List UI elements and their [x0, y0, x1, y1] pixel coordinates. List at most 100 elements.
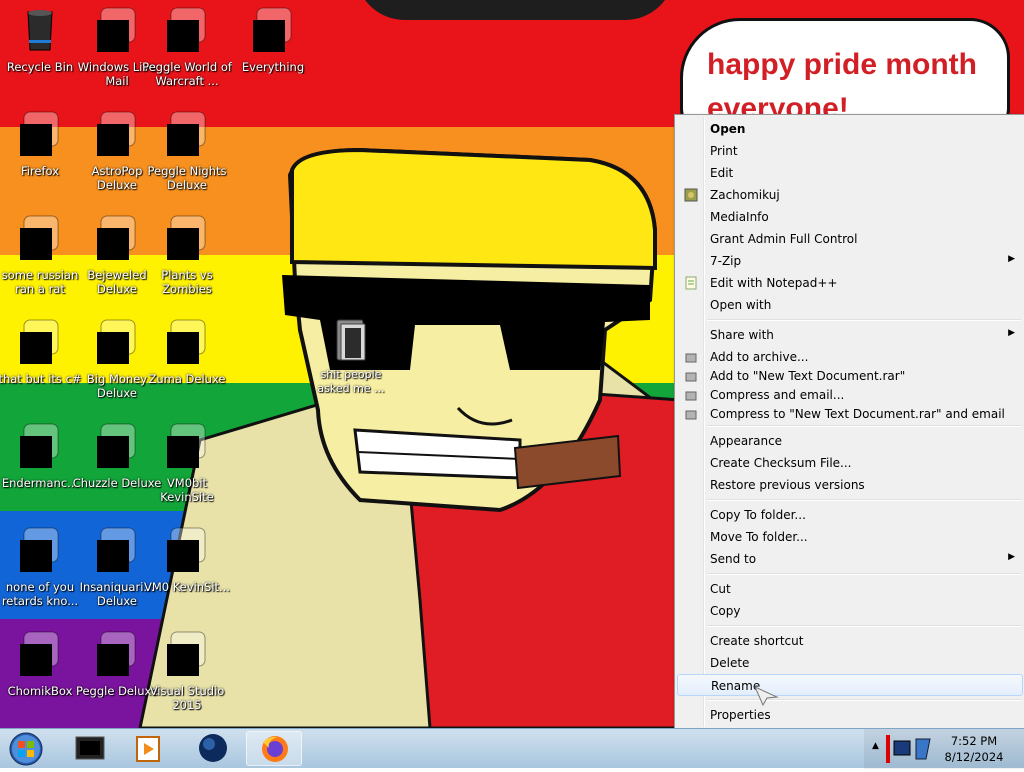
menu-separator: [707, 573, 1021, 575]
menu-item-label: Appearance: [710, 434, 783, 448]
menu-item-label: Delete: [710, 656, 750, 670]
mail-icon: [93, 6, 141, 54]
taskbar: ▲ 7:52 PM 8/12/2024: [0, 728, 1024, 769]
menu-item-label: Zachomikuj: [710, 188, 780, 202]
menu-item-properties[interactable]: Properties: [677, 704, 1023, 726]
desktop-icon-label: Visual Studio 2015: [149, 684, 225, 712]
firefox-icon: [262, 736, 288, 762]
menu-separator: [707, 425, 1021, 427]
desktop-icon[interactable]: Everything: [228, 6, 318, 74]
zuma-icon: [163, 318, 211, 366]
menu-item-zachomikuj[interactable]: Zachomikuj: [677, 184, 1023, 206]
submenu-arrow-icon: ▶: [1008, 552, 1015, 562]
globe-icon: [199, 734, 227, 762]
menu-item-label: Restore previous versions: [710, 478, 865, 492]
context-menu[interactable]: Open Print Edit Zachomikuj MediaInfo Grant Ad…: [674, 114, 1024, 728]
menu-item-appearance[interactable]: Appearance: [677, 430, 1023, 452]
taskbar-app-globe[interactable]: [185, 731, 241, 766]
menu-item-label: Properties: [710, 708, 771, 722]
pvz-icon: [163, 214, 211, 262]
menu-item-rename[interactable]: Rename: [677, 674, 1023, 696]
menu-item-create-checksum-file[interactable]: Create Checksum File...: [677, 452, 1023, 474]
submenu-arrow-icon: ▶: [1008, 328, 1015, 338]
winrar-icon: [685, 410, 697, 420]
windows-stack-icon: [16, 318, 64, 366]
menu-item-move-to-folder[interactable]: Move To folder...: [677, 526, 1023, 548]
firefox-icon: [16, 110, 64, 158]
menu-item-label: Send to: [710, 552, 757, 566]
menu-item-open-with[interactable]: Open with: [677, 294, 1023, 316]
mouse-cursor-icon: [753, 685, 779, 710]
submenu-arrow-icon: ▶: [1008, 254, 1015, 264]
menu-item-label: Open: [710, 122, 746, 136]
money-bag-icon: [93, 318, 141, 366]
menu-item-copy-to-folder[interactable]: Copy To folder...: [677, 504, 1023, 526]
clock[interactable]: 7:52 PM 8/12/2024: [934, 733, 1014, 765]
menu-item-mediainfo[interactable]: MediaInfo: [677, 206, 1023, 228]
menu-item-print[interactable]: Print: [677, 140, 1023, 162]
menu-item-label: Print: [710, 144, 738, 158]
menu-item-edit-with-notepad[interactable]: Edit with Notepad++: [677, 272, 1023, 294]
desktop-icon-label: VM0 KevinSit...: [143, 580, 231, 594]
desktop-icon[interactable]: Zuma Deluxe: [142, 318, 232, 386]
menu-item-grant-admin-full-control[interactable]: Grant Admin Full Control: [677, 228, 1023, 250]
clock-time: 7:52 PM: [950, 734, 998, 748]
desktop-icon[interactable]: Visual Studio 2015: [142, 630, 232, 712]
peggle-icon: [163, 6, 211, 54]
peggle-nights-icon: [163, 110, 211, 158]
peggle-deluxe-icon: [93, 630, 141, 678]
menu-item-label: Share with: [710, 328, 774, 342]
menu-separator: [707, 625, 1021, 627]
taskbar-app-terminal[interactable]: [62, 731, 118, 766]
start-button[interactable]: [4, 730, 48, 768]
menu-separator: [707, 499, 1021, 501]
desktop-icon[interactable]: VM0 KevinSit...: [142, 526, 232, 594]
desktop-icon-label: Peggle Nights Deluxe: [147, 164, 227, 192]
desktop[interactable]: happy pride month everyone! Recycle Bin W…: [0, 0, 1024, 728]
winrar-icon: [685, 372, 697, 382]
tray-icons: [886, 735, 931, 763]
desktop-icon-label: Peggle World of Warcraft ...: [142, 60, 232, 88]
menu-item-label: Edit: [710, 166, 734, 180]
menu-item-label: Edit with Notepad++: [710, 276, 838, 290]
windows-start-icon: [9, 732, 43, 766]
menu-item-share-with[interactable]: Share with ▶: [677, 324, 1023, 346]
menu-item-restore-previous-versions[interactable]: Restore previous versions: [677, 474, 1023, 496]
notepad-plus-icon: [685, 276, 697, 290]
show-hidden-icon[interactable]: ▲: [872, 741, 879, 751]
taskbar-app-media[interactable]: [120, 731, 176, 766]
menu-item-compress-to-new-text-document-rar-and-email[interactable]: Compress to "New Text Document.rar" and …: [677, 403, 1023, 425]
menu-item-copy[interactable]: Copy: [677, 600, 1023, 622]
menu-item-edit[interactable]: Edit: [677, 162, 1023, 184]
file-icon: [16, 214, 64, 262]
desktop-icon-label: Zuma Deluxe: [148, 372, 226, 386]
menu-item-cut[interactable]: Cut: [677, 578, 1023, 600]
menu-item-open[interactable]: Open: [677, 118, 1023, 140]
hamster-icon: [16, 630, 64, 678]
desktop-icon[interactable]: Peggle Nights Deluxe: [142, 110, 232, 192]
desktop-icon[interactable]: VM0bit KevinSite: [142, 422, 232, 504]
fish-icon: [93, 526, 141, 574]
desktop-icon[interactable]: Peggle World of Warcraft ...: [142, 6, 232, 88]
media-player-icon: [136, 736, 160, 762]
menu-item-label: Open with: [710, 298, 772, 312]
taskbar-app-firefox[interactable]: [246, 731, 302, 766]
menu-item-7-zip[interactable]: 7-Zip ▶: [677, 250, 1023, 272]
chomikuj-icon: [684, 188, 698, 202]
menu-item-label: Create shortcut: [710, 634, 804, 648]
chuzzle-icon: [93, 422, 141, 470]
menu-item-label: Add to "New Text Document.rar": [710, 369, 906, 383]
menu-item-send-to[interactable]: Send to ▶: [677, 548, 1023, 570]
terminal-icon: [16, 422, 64, 470]
folder-icon: [336, 319, 366, 361]
program-icon: [16, 526, 64, 574]
bejeweled-icon: [93, 214, 141, 262]
search-app-icon: [249, 6, 297, 54]
vm-icon: [163, 422, 211, 470]
desktop-icon[interactable]: Plants vs Zombies: [142, 214, 232, 296]
selected-file[interactable]: shit people asked me ...: [316, 318, 386, 396]
menu-item-label: MediaInfo: [710, 210, 769, 224]
desktop-icon-label: VM0bit KevinSite: [160, 476, 214, 504]
menu-item-create-shortcut[interactable]: Create shortcut: [677, 630, 1023, 652]
menu-item-delete[interactable]: Delete: [677, 652, 1023, 674]
